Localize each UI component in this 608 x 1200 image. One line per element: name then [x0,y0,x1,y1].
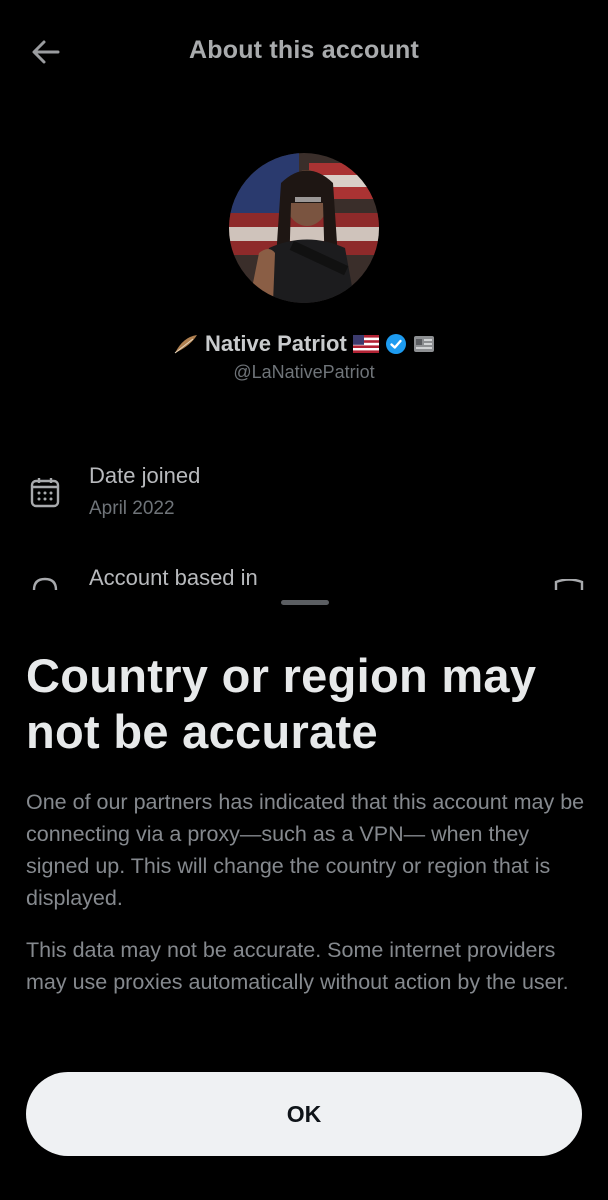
sheet-paragraph-2: This data may not be accurate. Some inte… [26,938,569,994]
about-account-screen: About this account Native Patriot @LaNat… [0,0,608,1200]
page-title: About this account [189,36,419,64]
username-handle: @LaNativePatriot [233,362,375,382]
display-name: Native Patriot [204,331,347,357]
avatar [229,153,379,303]
calendar-icon [30,476,60,513]
date-joined-value: April 2022 [89,498,175,519]
id-card-icon [414,336,435,353]
date-joined-label: Date joined [89,463,201,488]
bottom-sheet: Country or region may not be accurate On… [0,590,608,1200]
us-flag-icon [352,335,379,354]
feather-icon [174,335,197,354]
sheet-paragraph-1: One of our partners has indicated that t… [26,790,585,910]
display-name-row: Native Patriot [0,330,608,357]
ok-button[interactable]: OK [26,1072,582,1156]
sheet-title: Country or region may not be accurate [26,649,537,758]
account-based-in-label: Account based in [89,565,258,590]
verified-badge-icon [386,334,407,355]
sheet-drag-handle[interactable] [281,600,329,605]
